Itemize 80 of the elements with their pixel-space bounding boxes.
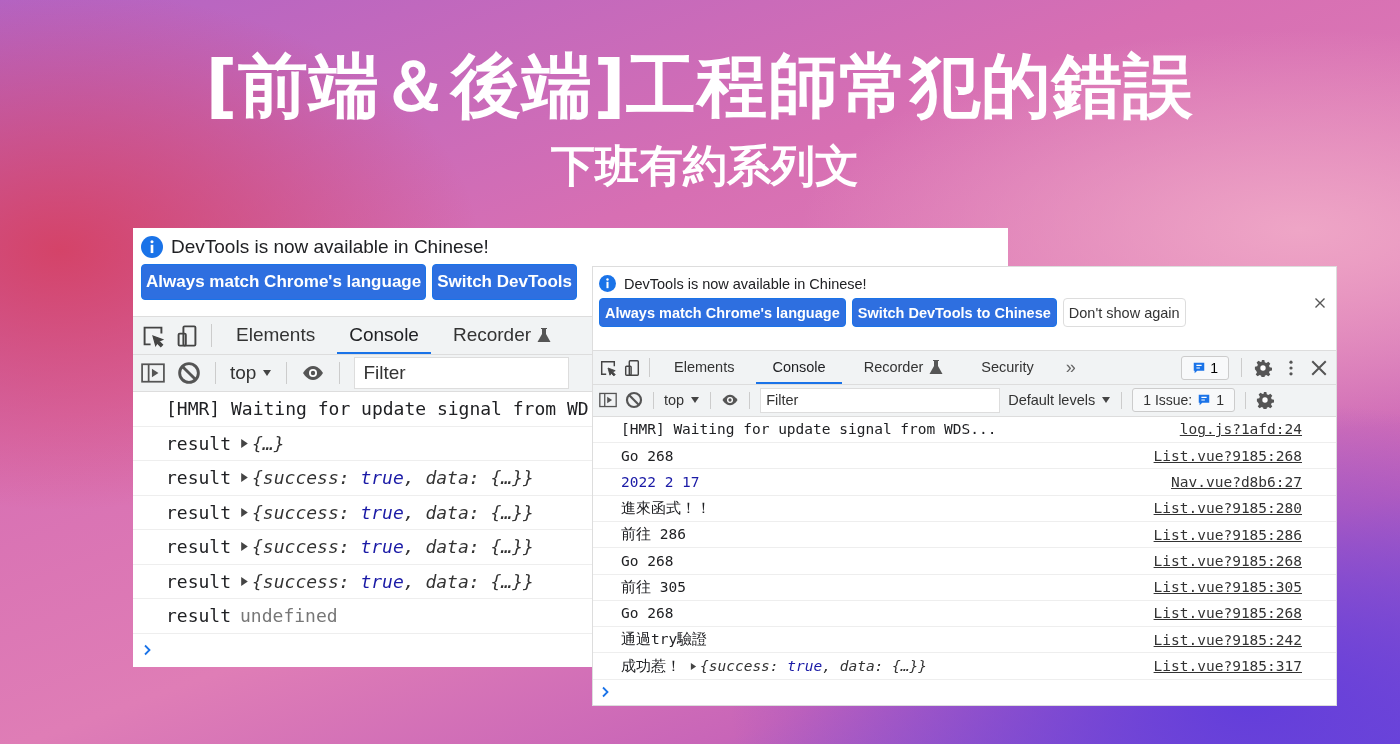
- issues-button[interactable]: 1 Issue: 1: [1132, 388, 1236, 413]
- prompt-icon[interactable]: [601, 686, 610, 699]
- object-preview[interactable]: {…}: [252, 432, 285, 454]
- object-preview[interactable]: {success: true, data: {…}}: [252, 501, 534, 523]
- device-toggle-icon[interactable]: [175, 323, 199, 348]
- message-icon: [1192, 360, 1207, 375]
- context-dropdown[interactable]: top: [230, 361, 273, 384]
- expand-icon[interactable]: [240, 506, 250, 518]
- close-icon[interactable]: [1310, 358, 1328, 377]
- info-icon: [599, 275, 616, 292]
- log-text: result: [166, 570, 232, 592]
- clear-icon[interactable]: [625, 391, 643, 410]
- log-text: 進來函式！！: [621, 498, 711, 518]
- panel-tab[interactable]: Elements: [658, 351, 751, 384]
- source-link[interactable]: List.vue?9185:268: [1153, 447, 1302, 464]
- device-toggle-icon[interactable]: [623, 358, 641, 377]
- panel-tab[interactable]: Recorder: [440, 317, 564, 354]
- log-text: Go 268: [621, 552, 674, 569]
- log-text: result: [166, 501, 232, 523]
- info-message: DevTools is now available in Chinese!: [171, 236, 489, 258]
- filter-field[interactable]: Filter: [354, 356, 570, 389]
- expand-icon[interactable]: [240, 575, 250, 587]
- object-preview[interactable]: {success: true, data: {…}}: [252, 570, 534, 592]
- log-text: result: [166, 605, 232, 627]
- source-link[interactable]: List.vue?9185:242: [1153, 631, 1302, 648]
- log-text: 通過try驗證: [621, 630, 708, 650]
- filter-field[interactable]: Filter: [760, 387, 1001, 413]
- log-text: result: [166, 467, 232, 489]
- panel-tab[interactable]: Console: [337, 317, 431, 354]
- undefined-value: undefined: [240, 605, 338, 627]
- info-message: DevTools is now available in Chinese!: [624, 275, 867, 292]
- banner-subtitle: 下班有約系列文: [551, 142, 859, 191]
- log-text: 前往 286: [621, 525, 686, 545]
- source-link[interactable]: List.vue?9185:305: [1153, 579, 1302, 596]
- source-link[interactable]: Nav.vue?d8b6:27: [1171, 473, 1302, 490]
- source-link[interactable]: log.js?1afd:24: [1179, 421, 1302, 438]
- expand-icon[interactable]: [240, 437, 250, 449]
- log-text: 2022 2 17: [621, 473, 700, 490]
- banner-title: [前端＆後端]工程師常犯的錯誤: [205, 44, 1195, 128]
- language-button[interactable]: Always match Chrome's language: [141, 264, 427, 300]
- log-text: result: [166, 432, 232, 454]
- panel-tab[interactable]: Security: [965, 351, 1050, 384]
- object-preview[interactable]: {success: true, data: {…}}: [252, 467, 534, 489]
- language-button[interactable]: Switch DevTools to Chinese: [851, 298, 1057, 327]
- log-text: result: [166, 536, 232, 558]
- levels-dropdown[interactable]: Default levels: [1008, 392, 1112, 409]
- more-tabs-button[interactable]: »: [1055, 357, 1086, 379]
- expand-icon[interactable]: [690, 661, 697, 671]
- language-button[interactable]: Always match Chrome's language: [599, 298, 846, 327]
- log-text: [HMR] Waiting for update signal from WDS...: [621, 421, 997, 438]
- panel-tab[interactable]: Recorder: [847, 351, 960, 384]
- context-dropdown[interactable]: top: [664, 392, 701, 409]
- settings-icon[interactable]: [1256, 391, 1275, 410]
- source-link[interactable]: List.vue?9185:280: [1153, 500, 1302, 517]
- source-link[interactable]: List.vue?9185:317: [1153, 658, 1302, 675]
- expand-icon[interactable]: [240, 472, 250, 484]
- sidebar-icon[interactable]: [141, 360, 165, 385]
- messages-badge[interactable]: 1: [1181, 355, 1229, 380]
- language-button[interactable]: Switch DevTools: [432, 264, 577, 300]
- log-text: Go 268: [621, 447, 674, 464]
- sidebar-icon[interactable]: [599, 391, 617, 410]
- object-preview[interactable]: {success: true, data: {…}}: [700, 658, 927, 675]
- inspect-icon[interactable]: [599, 358, 617, 377]
- log-text: 前往 305: [621, 577, 686, 597]
- clear-icon[interactable]: [177, 360, 201, 385]
- object-preview[interactable]: {success: true, data: {…}}: [252, 536, 534, 558]
- log-text: 成功惹！: [621, 656, 681, 676]
- log-text: [HMR] Waiting for update signal from WD: [166, 398, 589, 420]
- expand-icon[interactable]: [240, 541, 250, 553]
- settings-icon[interactable]: [1254, 358, 1272, 377]
- source-link[interactable]: List.vue?9185:286: [1153, 526, 1302, 543]
- caret-icon: [262, 367, 273, 378]
- source-link[interactable]: List.vue?9185:268: [1153, 552, 1302, 569]
- source-link[interactable]: List.vue?9185:268: [1153, 605, 1302, 622]
- dismiss-button[interactable]: Don't show again: [1062, 298, 1186, 327]
- panel-tab[interactable]: Elements: [224, 317, 328, 354]
- close-icon[interactable]: [1314, 297, 1326, 309]
- prompt-icon[interactable]: [143, 644, 152, 657]
- log-text: Go 268: [621, 605, 674, 622]
- info-icon: [141, 236, 163, 258]
